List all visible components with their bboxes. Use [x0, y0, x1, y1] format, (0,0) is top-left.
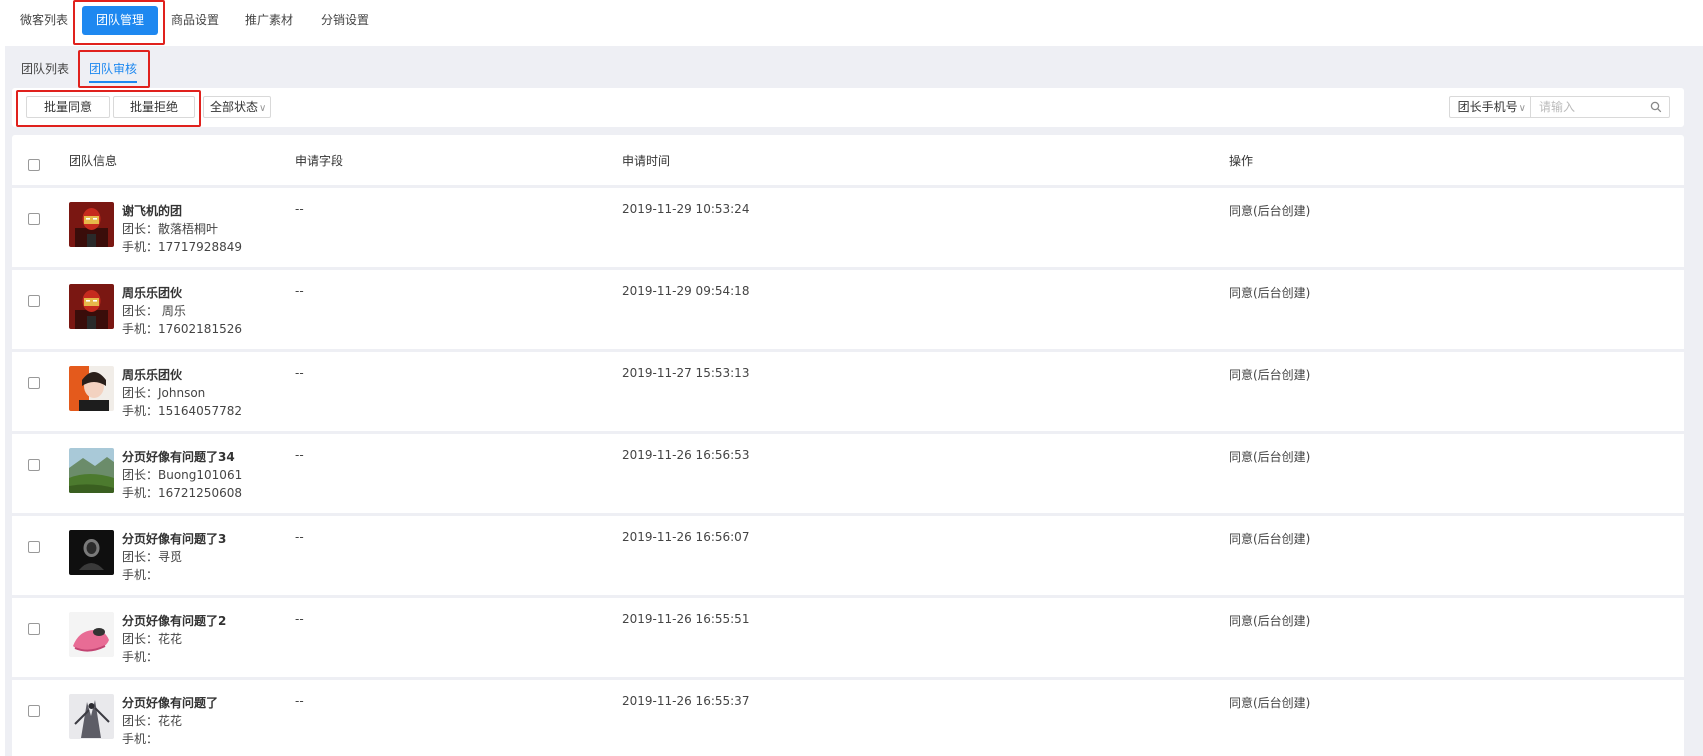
table-row: 周乐乐团伙团长：Johnson 手机：15164057782 -- 2019-11-2…	[12, 352, 1684, 431]
tab-promo-materials[interactable]: 推广素材	[245, 9, 293, 32]
team-leader: 团长：Johnson	[122, 386, 206, 400]
table-row: 分页好像有问题了 团长：花花手机： -- 2019-11-26 16:55:37 同意(…	[12, 680, 1684, 756]
search-icon[interactable]	[1643, 97, 1669, 117]
apply-time: 2019-11-26 16:56:07	[622, 530, 750, 544]
apply-field: --	[295, 694, 304, 708]
apply-field: --	[295, 284, 304, 298]
search-box: 团长手机号∨	[1448, 96, 1670, 118]
apply-time: 2019-11-29 09:54:18	[622, 284, 750, 298]
avatar	[69, 366, 114, 411]
apply-time: 2019-11-29 10:53:24	[622, 202, 750, 216]
table-row: 分页好像有问题了34 团长：Buong101061 手机：16721250608 --…	[12, 434, 1684, 513]
team-phone: 手机：17602181526	[122, 322, 242, 336]
team-name: 周乐乐团伙	[122, 368, 183, 382]
team-leader: 团长：花花	[122, 632, 183, 646]
column-team-info: 团队信息	[69, 154, 118, 168]
team-phone: 手机：15164057782	[122, 404, 242, 418]
row-checkbox[interactable]	[28, 541, 40, 553]
team-leader: 团长： 周乐	[122, 304, 186, 318]
search-field-value: 团长手机号	[1457, 100, 1518, 114]
row-checkbox[interactable]	[28, 623, 40, 635]
batch-reject-button[interactable]: 批量拒绝	[113, 96, 195, 118]
agree-action-link[interactable]: 同意(后台创建)	[1229, 694, 1310, 711]
avatar	[69, 694, 114, 739]
table-row: 周乐乐团伙团长： 周乐手机：17602181526 -- 2019-11-29 09…	[12, 270, 1684, 349]
apply-field: --	[295, 366, 304, 380]
column-apply-time: 申请时间	[622, 154, 671, 168]
subtab-team-list[interactable]: 团队列表	[21, 60, 69, 77]
team-phone: 手机：17717928849	[122, 240, 242, 254]
team-leader: 团长：花花	[122, 714, 183, 728]
agree-action-link[interactable]: 同意(后台创建)	[1229, 530, 1310, 547]
sub-tabs: 团队列表 团队审核	[5, 46, 1703, 88]
agree-action-link[interactable]: 同意(后台创建)	[1229, 448, 1310, 465]
apply-field: --	[295, 448, 304, 462]
tab-team-management[interactable]: 团队管理	[82, 6, 159, 35]
row-checkbox[interactable]	[28, 705, 40, 717]
apply-time: 2019-11-27 15:53:13	[622, 366, 750, 380]
agree-action-link[interactable]: 同意(后台创建)	[1229, 612, 1310, 629]
status-filter-value: 全部状态	[210, 100, 259, 114]
team-phone: 手机：	[122, 568, 159, 582]
select-all-checkbox[interactable]	[28, 159, 40, 171]
row-checkbox[interactable]	[28, 295, 40, 307]
team-phone: 手机：	[122, 650, 159, 664]
tab-product-settings[interactable]: 商品设置	[171, 9, 219, 32]
subtab-team-review[interactable]: 团队审核	[89, 60, 138, 83]
search-input[interactable]	[1531, 97, 1643, 117]
chevron-down-icon: ∨	[1518, 103, 1526, 114]
team-phone: 手机：16721250608	[122, 486, 242, 500]
team-name: 分页好像有问题了34	[122, 450, 235, 464]
column-actions: 操作	[1229, 154, 1254, 168]
avatar	[69, 530, 114, 575]
apply-field: --	[295, 202, 304, 216]
tab-distribution-settings[interactable]: 分销设置	[321, 9, 369, 32]
table-row: 分页好像有问题了2 团长：花花手机： -- 2019-11-26 16:55:51 同意…	[12, 598, 1684, 677]
status-filter-dropdown[interactable]: 全部状态∨	[203, 96, 272, 118]
team-name: 分页好像有问题了3	[122, 532, 227, 546]
agree-action-link[interactable]: 同意(后台创建)	[1229, 202, 1310, 219]
agree-action-link[interactable]: 同意(后台创建)	[1229, 366, 1310, 383]
team-name: 分页好像有问题了	[122, 696, 219, 710]
row-checkbox[interactable]	[28, 213, 40, 225]
top-nav: 微客列表 团队管理 商品设置 推广素材 分销设置	[0, 0, 1703, 46]
team-leader: 团长：寻觅	[122, 550, 183, 564]
team-leader: 团长：Buong101061	[122, 468, 243, 482]
row-checkbox[interactable]	[28, 377, 40, 389]
team-name: 分页好像有问题了2	[122, 614, 227, 628]
team-name: 周乐乐团伙	[122, 286, 183, 300]
toolbar: 批量同意 批量拒绝 全部状态∨ 团长手机号∨	[12, 88, 1684, 127]
apply-field: --	[295, 530, 304, 544]
apply-time: 2019-11-26 16:55:51	[622, 612, 750, 626]
avatar	[69, 612, 114, 657]
team-name: 谢飞机的团	[122, 204, 183, 218]
avatar	[69, 448, 114, 493]
chevron-down-icon: ∨	[259, 103, 267, 114]
apply-time: 2019-11-26 16:55:37	[622, 694, 750, 708]
avatar	[69, 202, 114, 247]
agree-action-link[interactable]: 同意(后台创建)	[1229, 284, 1310, 301]
team-review-table: 团队信息 申请字段 申请时间 操作 谢飞机的团团长：散落梧桐叶手机：177179…	[12, 135, 1684, 756]
team-leader: 团长：散落梧桐叶	[122, 222, 219, 236]
search-field-select[interactable]: 团长手机号∨	[1450, 97, 1531, 117]
table-row: 分页好像有问题了3 团长：寻觅手机： -- 2019-11-26 16:56:07 同意…	[12, 516, 1684, 595]
tab-weike-list[interactable]: 微客列表	[20, 9, 68, 32]
team-phone: 手机：	[122, 732, 159, 746]
avatar	[69, 284, 114, 329]
batch-agree-button[interactable]: 批量同意	[26, 96, 110, 118]
row-checkbox[interactable]	[28, 459, 40, 471]
table-header: 团队信息 申请字段 申请时间 操作	[12, 135, 1684, 185]
table-row: 谢飞机的团团长：散落梧桐叶手机：17717928849 -- 2019-11-29 …	[12, 188, 1684, 267]
apply-time: 2019-11-26 16:56:53	[622, 448, 750, 462]
apply-field: --	[295, 612, 304, 626]
column-apply-field: 申请字段	[295, 154, 344, 168]
